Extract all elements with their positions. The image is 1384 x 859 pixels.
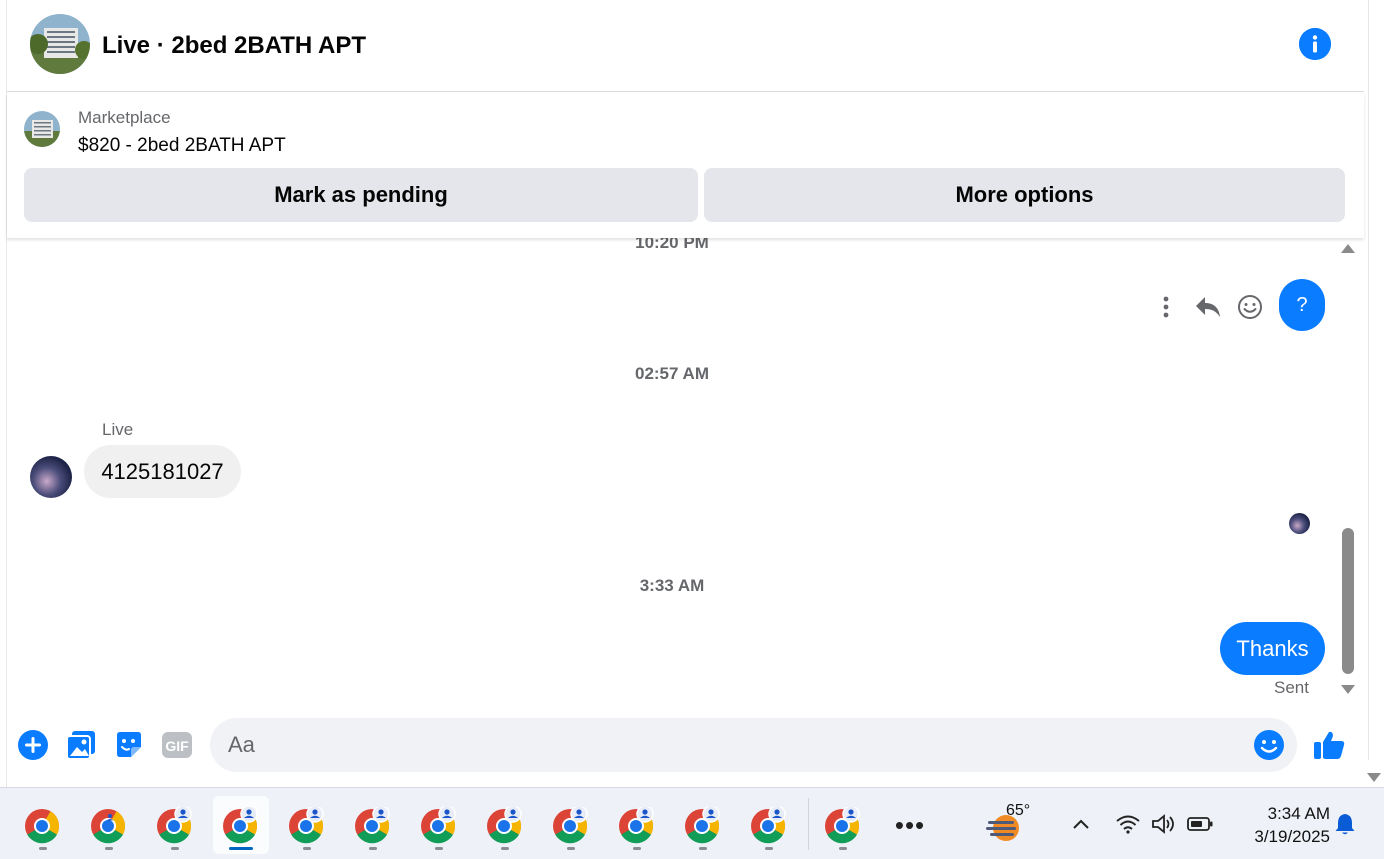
scroll-up-arrow[interactable] <box>1341 244 1355 253</box>
chat-title: Live · 2bed 2BATH APT <box>102 32 367 59</box>
react-emoji-icon[interactable] <box>1229 286 1271 328</box>
message-status: Sent <box>1274 678 1309 697</box>
system-clock[interactable]: 3:34 AM 3/19/2025 <box>1230 802 1330 848</box>
page-scrollbar[interactable] <box>1364 0 1384 787</box>
message-input[interactable] <box>210 718 1297 772</box>
photo-icon[interactable] <box>64 728 98 762</box>
more-actions-icon[interactable] <box>1145 286 1187 328</box>
taskbar-more-button[interactable]: ••• <box>890 810 930 840</box>
wifi-icon[interactable] <box>1111 808 1145 840</box>
chrome-profile-window-icon[interactable] <box>279 796 335 854</box>
windows-taskbar: ••• 65° 3:34 AM 3/19/2025 <box>0 787 1384 859</box>
listing-price-title[interactable]: $820 - 2bed 2BATH APT <box>78 135 286 157</box>
sticker-icon[interactable] <box>112 728 146 762</box>
more-options-button[interactable]: More options <box>704 168 1345 222</box>
chrome-profile-window-icon[interactable] <box>147 796 203 854</box>
chrome-profile-window-icon[interactable] <box>345 796 401 854</box>
volume-icon[interactable] <box>1147 808 1181 840</box>
message-actions <box>1145 286 1271 328</box>
timestamp: 3:33 AM <box>639 576 705 595</box>
thumbs-up-icon[interactable] <box>1312 728 1346 762</box>
clock-time: 3:34 AM <box>1267 804 1330 823</box>
chrome-account-window-icon[interactable] <box>81 796 137 854</box>
sender-name: Live <box>102 420 134 439</box>
emoji-icon[interactable] <box>1252 728 1286 762</box>
weather-temperature: 65° <box>1006 802 1031 819</box>
message-list[interactable]: 10:20 PM ? 02:57 AM Live 4125181027 3:33… <box>7 238 1337 704</box>
outgoing-message-bubble[interactable]: Thanks <box>1220 622 1325 675</box>
incoming-message-bubble[interactable]: 4125181027 <box>84 445 241 498</box>
message-composer: GIF <box>7 704 1364 786</box>
left-window-edge <box>0 0 7 787</box>
scroll-down-arrow[interactable] <box>1341 685 1355 694</box>
gif-icon[interactable]: GIF <box>160 728 194 762</box>
chrome-profile-window-icon[interactable] <box>609 796 665 854</box>
chevron-up-icon[interactable] <box>1064 808 1098 840</box>
chrome-profile-window-icon[interactable] <box>543 796 599 854</box>
outgoing-message-bubble[interactable]: ? <box>1279 279 1325 331</box>
page-scroll-down-arrow[interactable] <box>1367 773 1381 782</box>
listing-thumbnail[interactable] <box>24 111 60 147</box>
chrome-profile-window-icon[interactable] <box>675 796 731 854</box>
timestamp: 10:20 PM <box>635 238 709 252</box>
listing-avatar[interactable] <box>30 14 90 74</box>
chat-header: Live · 2bed 2BATH APT <box>7 0 1364 92</box>
scroll-thumb[interactable] <box>1342 528 1354 674</box>
timestamp: 02:57 AM <box>634 364 709 383</box>
reply-icon[interactable] <box>1187 286 1229 328</box>
chrome-profile-window-icon[interactable] <box>477 796 533 854</box>
page-scroll-track <box>1368 0 1378 760</box>
chrome-profile-window-icon[interactable] <box>411 796 467 854</box>
sender-avatar[interactable] <box>30 456 72 498</box>
clock-date: 3/19/2025 <box>1254 827 1330 846</box>
read-receipt-avatar <box>1289 513 1310 534</box>
plus-icon[interactable] <box>16 728 50 762</box>
notification-bell-icon[interactable] <box>1328 808 1362 840</box>
mark-as-pending-button[interactable]: Mark as pending <box>24 168 698 222</box>
chrome-profile-window-icon[interactable] <box>815 796 871 854</box>
battery-icon[interactable] <box>1183 808 1217 840</box>
info-icon[interactable] <box>1299 28 1331 60</box>
gif-label: GIF <box>165 738 189 754</box>
weather-widget[interactable]: 65° <box>984 798 1044 852</box>
chrome-profile-window-icon[interactable] <box>741 796 797 854</box>
chrome-icon[interactable] <box>15 796 71 854</box>
chrome-profile-window-icon[interactable] <box>213 796 269 854</box>
marketplace-panel: Marketplace $820 - 2bed 2BATH APT Mark a… <box>7 93 1364 238</box>
message-scrollbar[interactable] <box>1338 238 1358 704</box>
taskbar-separator <box>808 798 809 850</box>
marketplace-label: Marketplace <box>78 108 171 127</box>
